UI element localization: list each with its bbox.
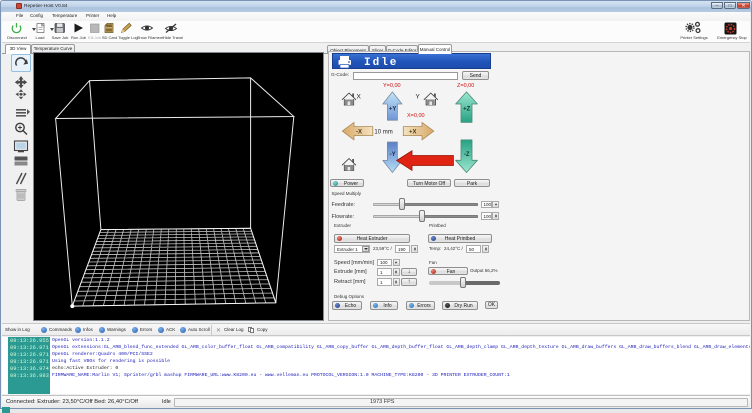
svg-text:-Z: -Z [464, 152, 470, 158]
svg-text:-Y: -Y [390, 152, 396, 158]
svg-text:+Z: +Z [463, 107, 471, 113]
svg-text:X: X [357, 94, 362, 101]
svg-text:-X: -X [356, 129, 362, 135]
svg-text:Y: Y [416, 94, 421, 101]
svg-text:+Y: +Y [389, 107, 397, 113]
svg-text:10 mm: 10 mm [374, 129, 392, 135]
svg-text:+X: +X [409, 129, 417, 135]
